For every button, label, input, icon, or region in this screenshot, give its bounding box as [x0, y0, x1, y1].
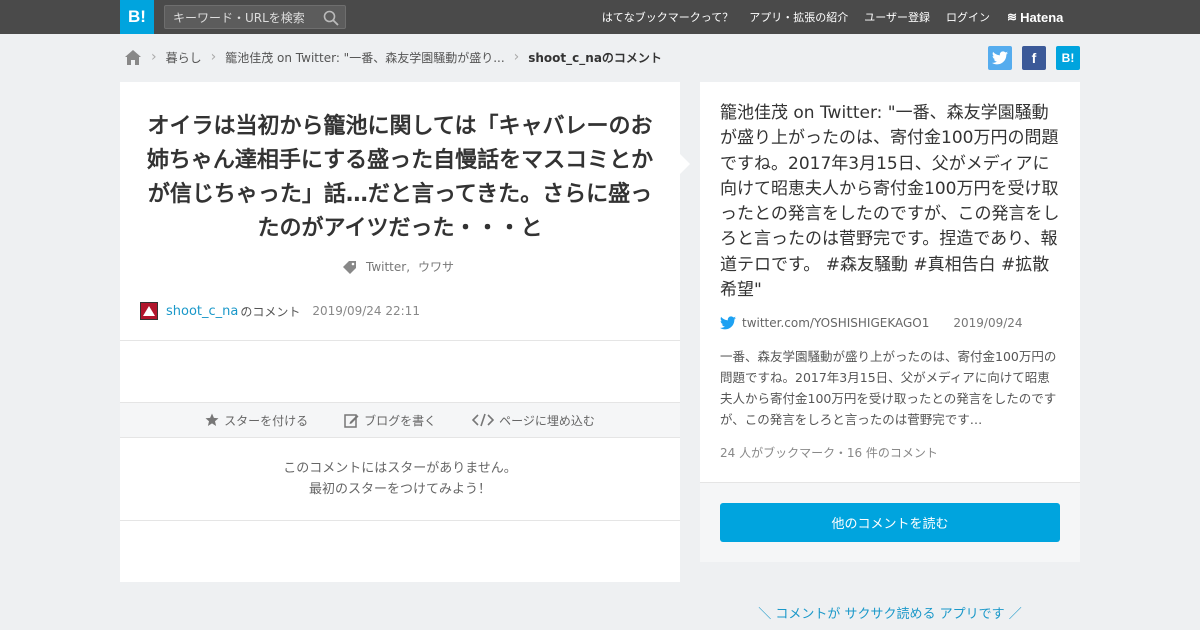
search-input[interactable]: キーワード・URLを検索	[164, 5, 346, 29]
entry-title[interactable]: 籠池佳茂 on Twitter: "一番、森友学園騒動が盛り上がったのは、寄付金…	[720, 101, 1062, 303]
entry-source-link[interactable]: twitter.com/YOSHISHIGEKAGO1	[742, 316, 929, 330]
entry-counts[interactable]: 24 人がブックマーク・16 件のコメント	[720, 444, 938, 461]
entry-excerpt: 一番、森友学園騒動が盛り上がったのは、寄付金100万円の問題ですね。2017年3…	[720, 349, 1057, 427]
hatena-brand-text: Hatena	[1020, 9, 1064, 25]
nav-apps-link[interactable]: アプリ・拡張の紹介	[749, 9, 848, 25]
no-star-line-2: 最初のスターをつけてみよう！	[308, 482, 491, 497]
hatena-brand-link[interactable]: ≋ Hatena	[1007, 0, 1080, 34]
tag-uwasa[interactable]: ウワサ	[418, 258, 454, 275]
nav-about-link[interactable]: はてなブックマークって？	[602, 9, 733, 25]
username-suffix: のコメント	[240, 304, 301, 319]
nav-register-link[interactable]: ユーザー登録	[864, 9, 930, 25]
write-blog-button[interactable]: ブログを書く	[344, 412, 436, 429]
comment-text: オイラは当初から籠池に関しては「キャバレーのお姉ちゃん達相手にする盛った自慢話を…	[146, 114, 654, 241]
tag-twitter[interactable]: Twitter,	[366, 260, 410, 274]
add-star-button[interactable]: スターを付ける	[205, 412, 308, 429]
hatena-bookmark-logo[interactable]: B!	[120, 0, 154, 34]
share-buttons: f B!	[988, 46, 1080, 70]
divider	[120, 340, 680, 341]
card-pointer	[680, 154, 690, 174]
comment-date[interactable]: 2019/09/24 22:11	[312, 304, 420, 318]
entry-card: 籠池佳茂 on Twitter: "一番、森友学園騒動が盛り上がったのは、寄付金…	[700, 82, 1080, 562]
embed-label: ページに埋め込む	[499, 413, 595, 428]
star-icon	[205, 413, 219, 426]
comment-actions: スターを付ける ブログを書く ページに埋め込む	[120, 402, 680, 438]
facebook-share-button[interactable]: f	[1022, 46, 1046, 70]
search-icon[interactable]	[323, 10, 339, 26]
breadcrumb-entry[interactable]: 籠池佳茂 on Twitter: "一番、森友学園騒動が盛り...	[225, 49, 504, 66]
username-link[interactable]: shoot_c_na	[166, 304, 238, 319]
chevron-right-icon: ›	[151, 49, 157, 65]
top-bar: B! キーワード・URLを検索 はてなブックマークって？ アプリ・拡張の紹介 ユ…	[0, 0, 1200, 34]
twitter-share-button[interactable]	[988, 46, 1012, 70]
embed-button[interactable]: ページに埋め込む	[472, 412, 595, 429]
twitter-icon	[992, 51, 1008, 65]
tag-icon	[342, 260, 356, 274]
breadcrumb-current: shoot_c_naのコメント	[528, 50, 662, 65]
comment-card: オイラは当初から籠池に関しては「キャバレーのお姉ちゃん達相手にする盛った自慢話を…	[120, 82, 680, 582]
twitter-icon	[720, 316, 736, 330]
home-icon[interactable]	[124, 49, 142, 66]
hatena-mark-icon: ≋	[1007, 10, 1018, 24]
write-blog-label: ブログを書く	[364, 413, 437, 428]
avatar[interactable]	[140, 302, 158, 320]
chevron-right-icon: ›	[513, 49, 520, 65]
read-more-comments-button[interactable]: 他のコメントを読む	[720, 503, 1060, 542]
no-star-message: このコメントにはスターがありません。 最初のスターをつけてみよう！	[120, 458, 680, 500]
comment-meta: shoot_c_na のコメント 2019/09/24 22:11	[140, 301, 420, 321]
no-star-line-1: このコメントにはスターがありません。	[283, 461, 517, 476]
code-icon	[472, 413, 495, 427]
nav-login-link[interactable]: ログイン	[946, 9, 990, 25]
top-nav: はてなブックマークって？ アプリ・拡張の紹介 ユーザー登録 ログイン	[586, 0, 990, 34]
divider	[120, 520, 680, 521]
chevron-right-icon: ›	[210, 49, 217, 65]
add-star-label: スターを付ける	[224, 413, 309, 428]
comment-tags: Twitter, ウワサ	[120, 258, 680, 275]
hatena-bookmark-share-button[interactable]: B!	[1056, 46, 1080, 70]
entry-date: 2019/09/24	[953, 316, 1023, 330]
entry-footer: 他のコメントを読む	[700, 482, 1080, 562]
search-placeholder: キーワード・URLを検索	[173, 10, 305, 25]
edit-icon	[344, 413, 359, 428]
breadcrumb-category[interactable]: 暮らし	[166, 49, 202, 66]
app-promo-link[interactable]: ＼ コメントが サクサク読める アプリです ／	[700, 603, 1080, 622]
breadcrumb: › 暮らし › 籠池佳茂 on Twitter: "一番、森友学園騒動が盛り..…	[124, 46, 662, 68]
entry-source: twitter.com/YOSHISHIGEKAGO1 2019/09/24	[720, 316, 1023, 330]
